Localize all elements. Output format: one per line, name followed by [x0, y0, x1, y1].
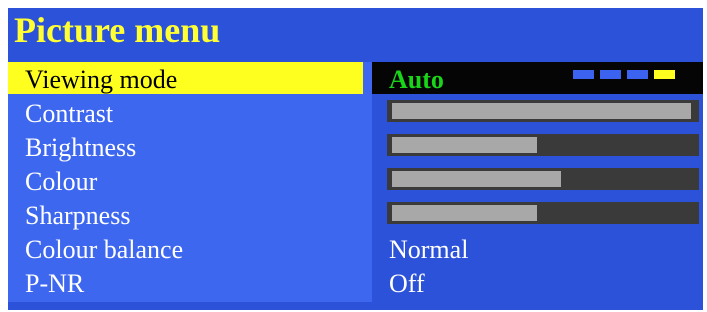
brightness-level-fill — [392, 137, 537, 153]
contrast-slider[interactable] — [387, 100, 699, 122]
brightness-label: Brightness — [25, 133, 137, 162]
menu-item-colour-balance[interactable]: Colour balance Normal — [8, 232, 703, 266]
colour-balance-value[interactable]: Normal — [389, 232, 468, 266]
menu-item-brightness[interactable]: Brightness — [8, 130, 703, 164]
viewing-mode-value[interactable]: Auto — [389, 62, 444, 96]
colour-level-fill — [392, 171, 561, 187]
menu-title: Picture menu — [14, 10, 221, 50]
colour-label: Colour — [25, 167, 98, 196]
menu-item-pnr[interactable]: P-NR Off — [8, 266, 703, 300]
mode-indicator-segment — [573, 70, 594, 79]
colour-slider[interactable] — [387, 168, 699, 190]
contrast-level-fill — [392, 103, 691, 119]
viewing-mode-indicator — [573, 70, 675, 79]
sharpness-level-fill — [392, 205, 537, 221]
pnr-value[interactable]: Off — [389, 266, 425, 300]
contrast-label: Contrast — [25, 99, 114, 128]
menu-item-colour[interactable]: Colour — [8, 164, 703, 198]
mode-indicator-segment — [654, 70, 675, 79]
mode-indicator-segment — [600, 70, 621, 79]
viewing-mode-label: Viewing mode — [25, 65, 178, 94]
menu-item-contrast[interactable]: Contrast — [8, 96, 703, 130]
sharpness-slider[interactable] — [387, 202, 699, 224]
colour-balance-label: Colour balance — [25, 235, 184, 264]
menu-item-sharpness[interactable]: Sharpness — [8, 198, 703, 232]
menu-item-viewing-mode[interactable]: Viewing mode Auto — [8, 62, 703, 96]
sharpness-label: Sharpness — [25, 201, 131, 230]
mode-indicator-segment — [627, 70, 648, 79]
pnr-label: P-NR — [25, 269, 85, 298]
brightness-slider[interactable] — [387, 134, 699, 156]
